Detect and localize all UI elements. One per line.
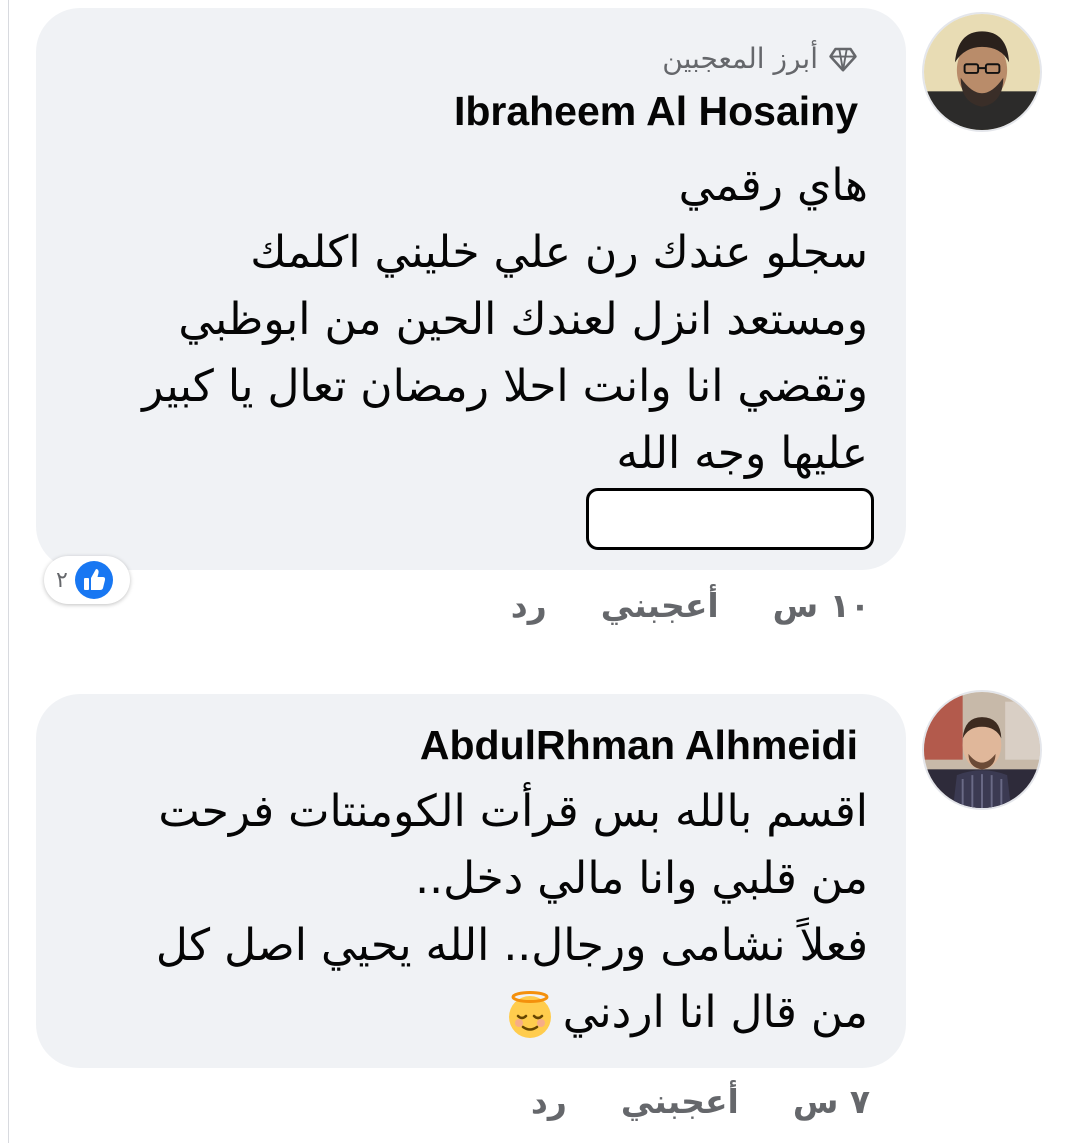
badge-label: أبرز المعجبين xyxy=(662,42,818,75)
comment-line: اقسم بالله بس قرأت الكومنتات فرحت xyxy=(158,786,868,837)
avatar-photo xyxy=(924,14,1040,130)
comment-line: من قلبي وانا مالي دخل.. xyxy=(415,853,868,904)
comment-line: من قال انا اردني xyxy=(156,979,868,1046)
comment-text: اقسم بالله بس قرأت الكومنتات فرحت من قلب… xyxy=(156,778,868,1046)
comment-line: هاي رقمي xyxy=(678,160,868,211)
reply-button[interactable]: رد xyxy=(531,1082,567,1121)
comment-line: وتقضي انا وانت احلا رمضان تعال يا كبير xyxy=(142,361,868,412)
like-button[interactable]: أعجبني xyxy=(621,1082,739,1121)
timestamp[interactable]: ١٠ س xyxy=(773,586,870,625)
avatar-photo xyxy=(924,692,1040,808)
author-name[interactable]: AbdulRhman Alhmeidi xyxy=(420,722,858,769)
diamond-icon xyxy=(828,44,858,74)
reaction-count: ٢ xyxy=(56,567,68,593)
avatar[interactable] xyxy=(922,690,1042,810)
innocent-face-emoji xyxy=(505,990,555,1040)
comment-bubble: أبرز المعجبين Ibraheem Al Hosainy هاي رق… xyxy=(36,8,906,570)
comment-bubble: AbdulRhman Alhmeidi اقسم بالله بس قرأت ا… xyxy=(36,694,906,1068)
thread-line xyxy=(8,0,9,1143)
top-fan-badge[interactable]: أبرز المعجبين xyxy=(662,42,858,75)
reply-button[interactable]: رد xyxy=(511,586,547,625)
comment-actions: ١٠ س أعجبني رد xyxy=(511,586,870,625)
comment-text: هاي رقمي سجلو عندك رن علي خليني اكلمك وم… xyxy=(142,152,868,487)
like-button[interactable]: أعجبني xyxy=(601,586,719,625)
comment-line: ومستعد انزل لعندك الحين من ابوظبي xyxy=(178,294,868,345)
author-name[interactable]: Ibraheem Al Hosainy xyxy=(454,88,858,135)
like-icon xyxy=(74,560,114,600)
comment-line: سجلو عندك رن علي خليني اكلمك xyxy=(250,227,868,278)
comment-line-text: من قال انا اردني xyxy=(562,987,868,1038)
comment-line: عليها وجه الله xyxy=(616,428,868,479)
comment-line: فعلاً نشامى ورجال.. الله يحيي اصل كل xyxy=(155,920,868,971)
avatar[interactable] xyxy=(922,12,1042,132)
timestamp[interactable]: ٧ س xyxy=(793,1082,870,1121)
reaction-summary[interactable]: ٢ xyxy=(44,556,130,604)
redacted-phone-box xyxy=(586,488,874,550)
comment-actions: ٧ س أعجبني رد xyxy=(531,1082,870,1121)
